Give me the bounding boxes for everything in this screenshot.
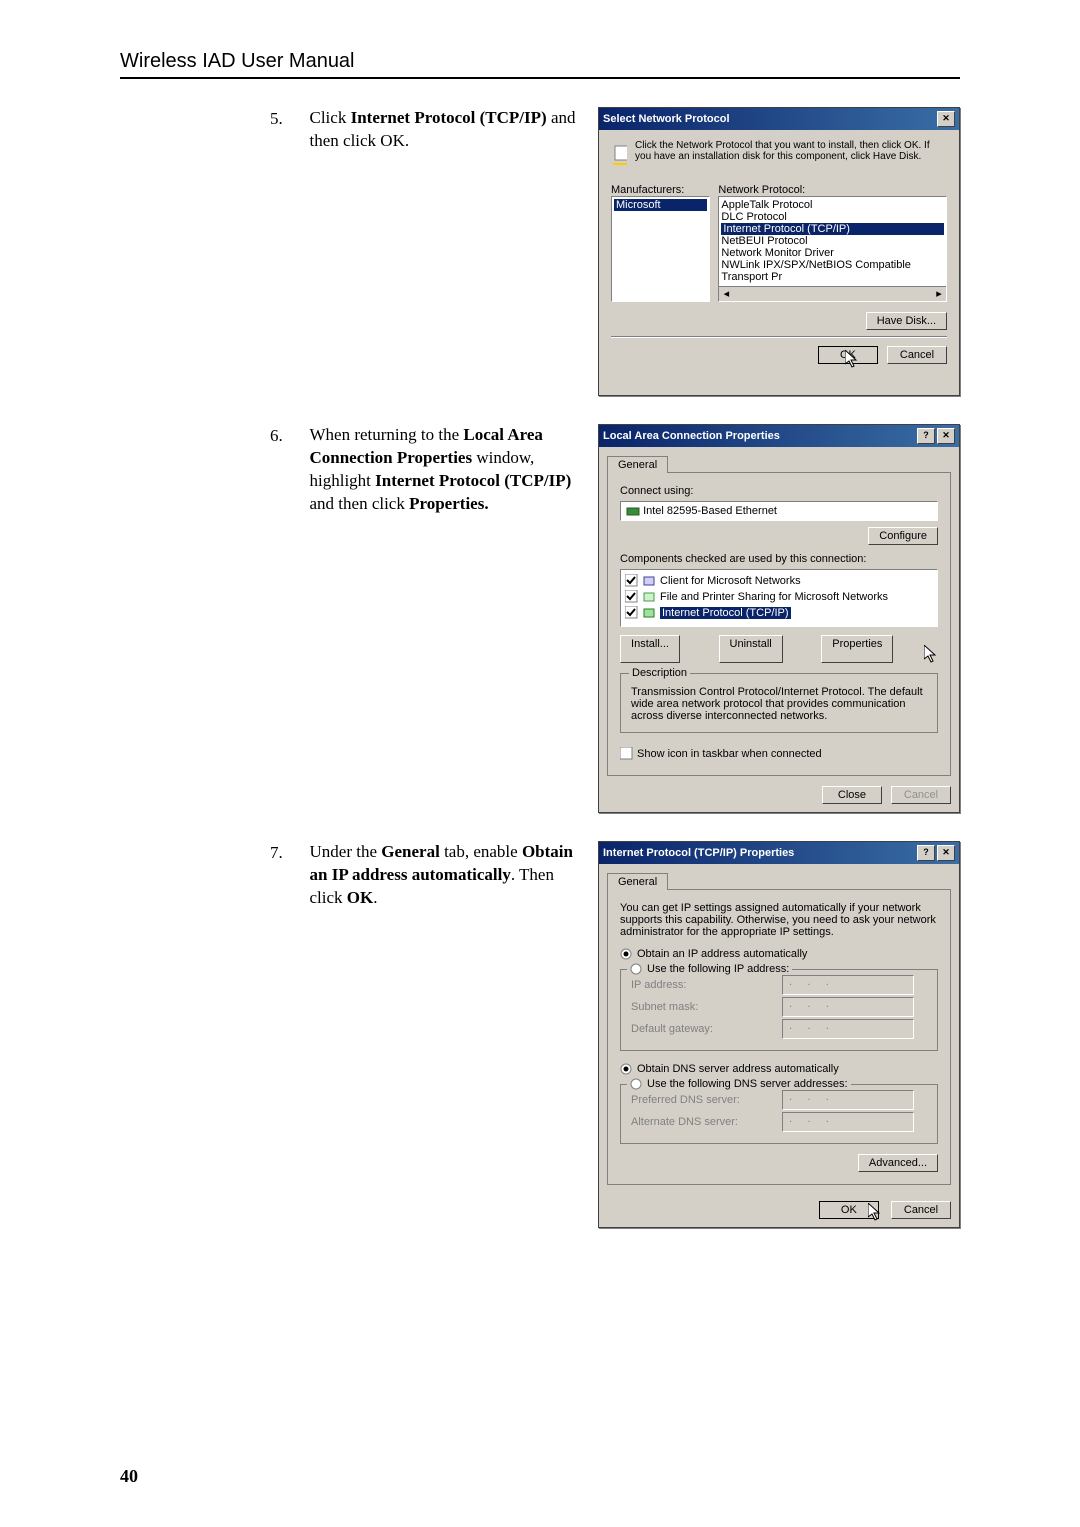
step-6-num: 6. — [270, 424, 310, 446]
dialog-title: Internet Protocol (TCP/IP) Properties — [603, 847, 915, 859]
protocol-item[interactable]: Network Monitor Driver — [721, 247, 944, 259]
dialog-desc: Click the Network Protocol that you want… — [635, 140, 947, 170]
components-label: Components checked are used by this conn… — [620, 553, 938, 565]
t: Under the — [310, 842, 382, 861]
manufacturers-label: Manufacturers: — [611, 184, 710, 196]
step-7-num: 7. — [270, 841, 310, 863]
description-text: Transmission Control Protocol/Internet P… — [631, 686, 927, 722]
alternate-dns-field: . . . — [782, 1112, 914, 1132]
help-icon[interactable]: ? — [917, 845, 935, 861]
t: . — [373, 888, 377, 907]
cancel-button[interactable]: Cancel — [891, 1201, 951, 1219]
description-label: Description — [629, 667, 690, 679]
subnet-mask-field: . . . — [782, 997, 914, 1017]
dialog-title: Local Area Connection Properties — [603, 430, 915, 442]
horizontal-scrollbar[interactable]: ◂▸ — [719, 286, 946, 301]
configure-button[interactable]: Configure — [868, 527, 938, 545]
local-area-connection-properties-dialog: Local Area Connection Properties ? ✕ Gen… — [598, 424, 960, 813]
component-label: Internet Protocol (TCP/IP) — [660, 607, 791, 619]
radio-label: Obtain an IP address automatically — [637, 948, 807, 960]
tab-general[interactable]: General — [607, 456, 668, 473]
component-item[interactable]: File and Printer Sharing for Microsoft N… — [625, 590, 888, 603]
obtain-dns-auto-radio[interactable]: Obtain DNS server address automatically — [620, 1063, 839, 1075]
have-disk-button[interactable]: Have Disk... — [866, 312, 947, 330]
component-item[interactable]: Client for Microsoft Networks — [625, 574, 801, 587]
adapter-name: Intel 82595-Based Ethernet — [643, 505, 777, 517]
connect-using-label: Connect using: — [620, 485, 938, 497]
t: Click — [310, 108, 351, 127]
help-icon[interactable]: ? — [917, 428, 935, 444]
obtain-ip-auto-radio[interactable]: Obtain an IP address automatically — [620, 948, 807, 960]
cursor-icon — [924, 645, 938, 663]
alternate-dns-label: Alternate DNS server: — [631, 1111, 781, 1133]
close-icon[interactable]: ✕ — [937, 845, 955, 861]
intro-text: You can get IP settings assigned automat… — [620, 902, 938, 938]
t: OK — [347, 888, 373, 907]
step-7-text: Under the General tab, enable Obtain an … — [310, 841, 599, 910]
protocol-item-selected[interactable]: Internet Protocol (TCP/IP) — [721, 223, 944, 235]
protocol-label: Network Protocol: — [718, 184, 947, 196]
close-icon[interactable]: ✕ — [937, 428, 955, 444]
protocol-icon — [642, 607, 656, 619]
radio-label: Obtain DNS server address automatically — [637, 1063, 839, 1075]
select-network-protocol-dialog: Select Network Protocol ✕ Click the Netw… — [598, 107, 960, 396]
use-following-ip-radio[interactable]: Use the following IP address: — [627, 963, 792, 975]
show-icon-checkbox[interactable]: Show icon in taskbar when connected — [620, 747, 822, 760]
network-protocol-icon — [611, 140, 627, 170]
default-gateway-field: . . . — [782, 1019, 914, 1039]
adapter-icon — [626, 505, 640, 517]
manufacturer-item[interactable]: Microsoft — [614, 199, 707, 211]
page-number: 40 — [120, 1466, 138, 1487]
internet-protocol-tcpip-properties-dialog: Internet Protocol (TCP/IP) Properties ? … — [598, 841, 960, 1228]
t: When returning to the — [310, 425, 464, 444]
t: Properties. — [409, 494, 488, 513]
preferred-dns-field: . . . — [782, 1090, 914, 1110]
protocol-item[interactable]: AppleTalk Protocol — [721, 199, 944, 211]
component-item-selected[interactable]: Internet Protocol (TCP/IP) — [625, 606, 791, 619]
tab-general[interactable]: General — [607, 873, 668, 890]
cancel-button[interactable]: Cancel — [887, 346, 947, 364]
radio-label: Use the following IP address: — [647, 963, 789, 975]
page-header: Wireless IAD User Manual — [120, 50, 960, 79]
component-label: Client for Microsoft Networks — [660, 575, 801, 587]
radio-label: Use the following DNS server addresses: — [647, 1078, 848, 1090]
t: and then click — [310, 494, 410, 513]
t: Internet Protocol (TCP/IP) — [375, 471, 571, 490]
step-6-text: When returning to the Local Area Connect… — [310, 424, 599, 516]
preferred-dns-label: Preferred DNS server: — [631, 1089, 781, 1111]
cancel-button: Cancel — [891, 786, 951, 804]
step-5-num: 5. — [270, 107, 310, 129]
cursor-icon — [845, 350, 859, 368]
cursor-icon — [868, 1203, 882, 1221]
subnet-mask-label: Subnet mask: — [631, 996, 781, 1018]
protocol-item[interactable]: NWLink IPX/SPX/NetBIOS Compatible Transp… — [721, 259, 944, 283]
dialog-title: Select Network Protocol — [603, 113, 935, 125]
t: tab, enable — [440, 842, 522, 861]
component-label: File and Printer Sharing for Microsoft N… — [660, 591, 888, 603]
step-5-text: Click Internet Protocol (TCP/IP) and the… — [310, 107, 599, 153]
use-following-dns-radio[interactable]: Use the following DNS server addresses: — [627, 1078, 851, 1090]
file-sharing-icon — [642, 591, 656, 603]
show-icon-label: Show icon in taskbar when connected — [637, 748, 822, 760]
client-icon — [642, 575, 656, 587]
ip-address-label: IP address: — [631, 974, 781, 996]
install-button[interactable]: Install... — [620, 635, 680, 663]
protocol-item[interactable]: NetBEUI Protocol — [721, 235, 944, 247]
uninstall-button[interactable]: Uninstall — [719, 635, 783, 663]
properties-button[interactable]: Properties — [821, 635, 893, 663]
close-icon[interactable]: ✕ — [937, 111, 955, 127]
default-gateway-label: Default gateway: — [631, 1018, 781, 1040]
close-button[interactable]: Close — [822, 786, 882, 804]
advanced-button[interactable]: Advanced... — [858, 1154, 938, 1172]
t: General — [381, 842, 440, 861]
protocol-item[interactable]: DLC Protocol — [721, 211, 944, 223]
ip-address-field: . . . — [782, 975, 914, 995]
t: Internet Protocol (TCP/IP) — [351, 108, 547, 127]
